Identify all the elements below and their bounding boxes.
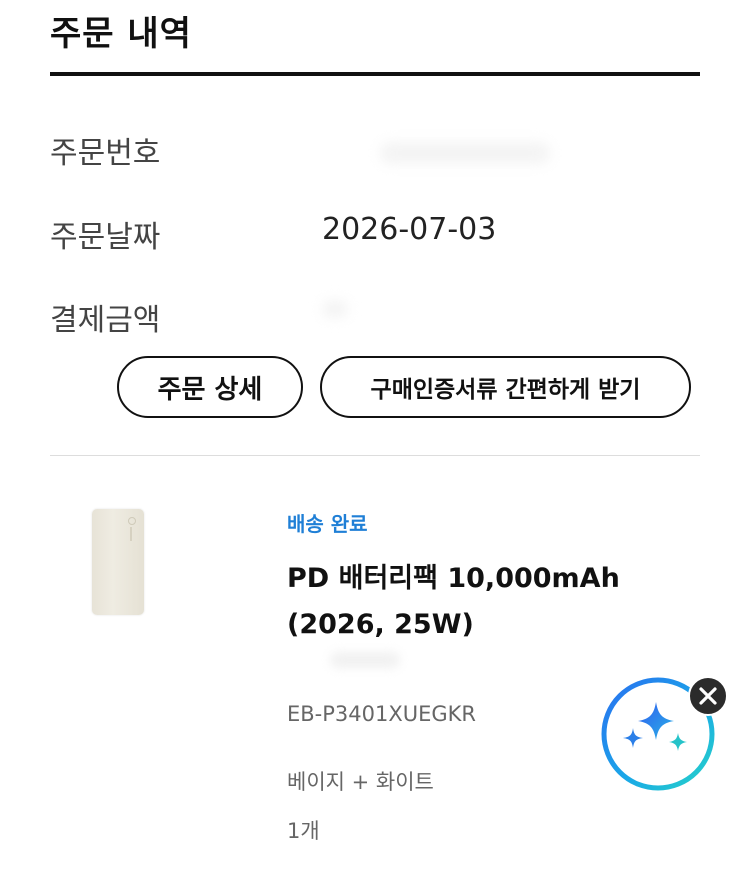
product-option: 베이지 + 화이트: [287, 770, 434, 794]
order-date-value: 2026-07-03: [322, 212, 497, 247]
payment-amount-label: 결제금액: [50, 303, 161, 338]
close-icon[interactable]: [688, 676, 728, 716]
product-model: EB-P3401XUEGKR: [287, 702, 477, 726]
product-indicator-mark: [130, 527, 132, 541]
product-name[interactable]: PD 배터리팩 10,000mAh (2026, 25W): [287, 556, 707, 648]
payment-amount-value-redacted: [322, 300, 348, 318]
order-number-label: 주문번호: [50, 136, 161, 171]
close-icon-svg: [688, 676, 728, 716]
page-title: 주문 내역: [50, 14, 192, 54]
order-number-value-redacted: [380, 142, 550, 164]
product-price-redacted: [330, 652, 400, 668]
product-logo-mark: [128, 517, 136, 525]
delivery-status: 배송 완료: [287, 512, 368, 536]
order-history-page: 주문 내역 주문번호 주문날짜 2026-07-03 결제금액 주문 상세 구매…: [0, 0, 750, 870]
order-detail-button[interactable]: 주문 상세: [117, 356, 303, 418]
section-divider: [50, 455, 700, 456]
product-quantity: 1개: [287, 819, 320, 843]
battery-pack-icon[interactable]: [92, 509, 144, 615]
product-name-line2: (2026, 25W): [287, 609, 474, 640]
title-divider: [50, 72, 700, 76]
receipt-download-button[interactable]: 구매인증서류 간편하게 받기: [320, 356, 691, 418]
order-date-label: 주문날짜: [50, 220, 161, 255]
product-name-line1: PD 배터리팩 10,000mAh: [287, 563, 620, 594]
